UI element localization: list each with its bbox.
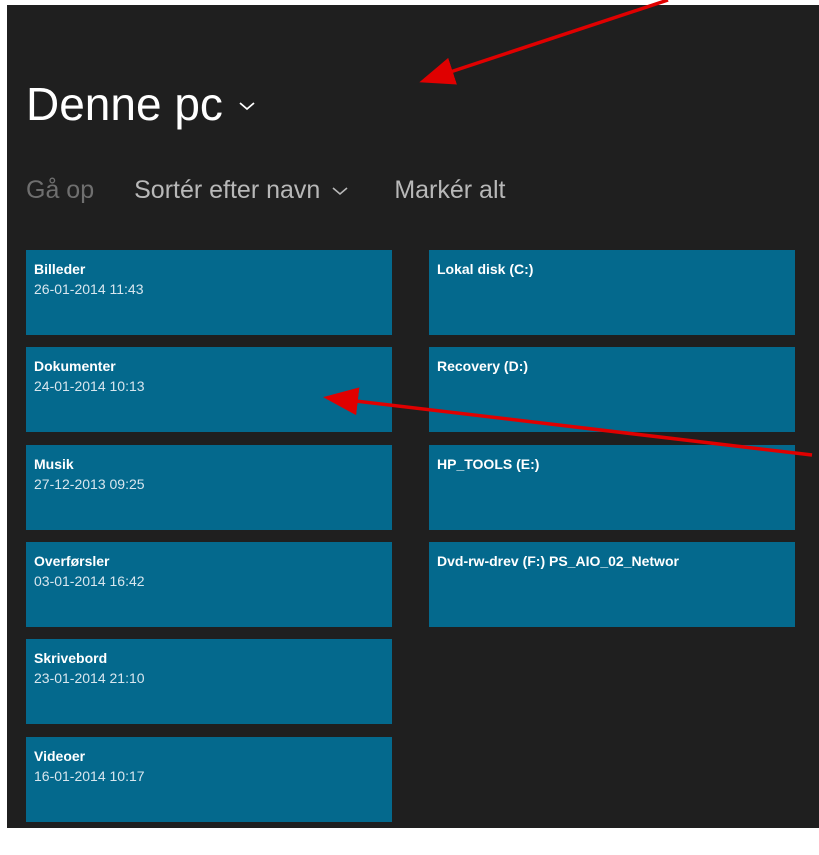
tile-name: Dvd-rw-drev (F:) PS_AIO_02_Networ	[437, 553, 679, 569]
tile-date: 27-12-2013 09:25	[34, 476, 145, 492]
tile-date: 24-01-2014 10:13	[34, 378, 145, 394]
tile-name: Skrivebord	[34, 650, 108, 666]
tile-date: 03-01-2014 16:42	[34, 573, 145, 589]
drive-tile-d[interactable]: Recovery (D:)	[429, 347, 795, 432]
tile-name: Recovery (D:)	[437, 358, 529, 374]
tile-name: Billeder	[34, 261, 86, 277]
tile-name: HP_TOOLS (E:)	[437, 456, 540, 472]
tile-name: Dokumenter	[34, 358, 116, 374]
folder-tile-dokumenter[interactable]: Dokumenter 24-01-2014 10:13	[26, 347, 392, 432]
folder-tile-videoer[interactable]: Videoer 16-01-2014 10:17	[26, 737, 392, 822]
folder-tile-musik[interactable]: Musik 27-12-2013 09:25	[26, 445, 392, 530]
location-selector[interactable]: Denne pc	[26, 77, 257, 131]
tile-date: 23-01-2014 21:10	[34, 670, 145, 686]
drive-tile-c[interactable]: Lokal disk (C:)	[429, 250, 795, 335]
tile-name: Musik	[34, 456, 74, 472]
drive-tile-f[interactable]: Dvd-rw-drev (F:) PS_AIO_02_Networ	[429, 542, 795, 627]
tile-date: 16-01-2014 10:17	[34, 768, 145, 784]
go-up-button[interactable]: Gå op	[26, 176, 94, 205]
tile-name: Videoer	[34, 748, 86, 764]
sort-dropdown[interactable]: Sortér efter navn	[134, 176, 348, 205]
select-all-button[interactable]: Markér alt	[394, 176, 505, 205]
folder-tile-billeder[interactable]: Billeder 26-01-2014 11:43	[26, 250, 392, 335]
tile-name: Overførsler	[34, 553, 110, 569]
command-bar: Gå op Sortér efter navn Markér alt	[26, 176, 505, 205]
folder-tile-skrivebord[interactable]: Skrivebord 23-01-2014 21:10	[26, 639, 392, 724]
tile-name: Lokal disk (C:)	[437, 261, 534, 277]
sort-label: Sortér efter navn	[134, 176, 321, 204]
page-title: Denne pc	[26, 78, 223, 130]
chevron-down-icon	[239, 102, 255, 111]
file-picker-screen: Denne pc Gå op Sortér efter navn Markér …	[7, 5, 819, 828]
chevron-down-icon	[332, 186, 348, 195]
tile-date: 26-01-2014 11:43	[34, 281, 144, 297]
drive-tile-e[interactable]: HP_TOOLS (E:)	[429, 445, 795, 530]
folder-tile-overforsler[interactable]: Overførsler 03-01-2014 16:42	[26, 542, 392, 627]
